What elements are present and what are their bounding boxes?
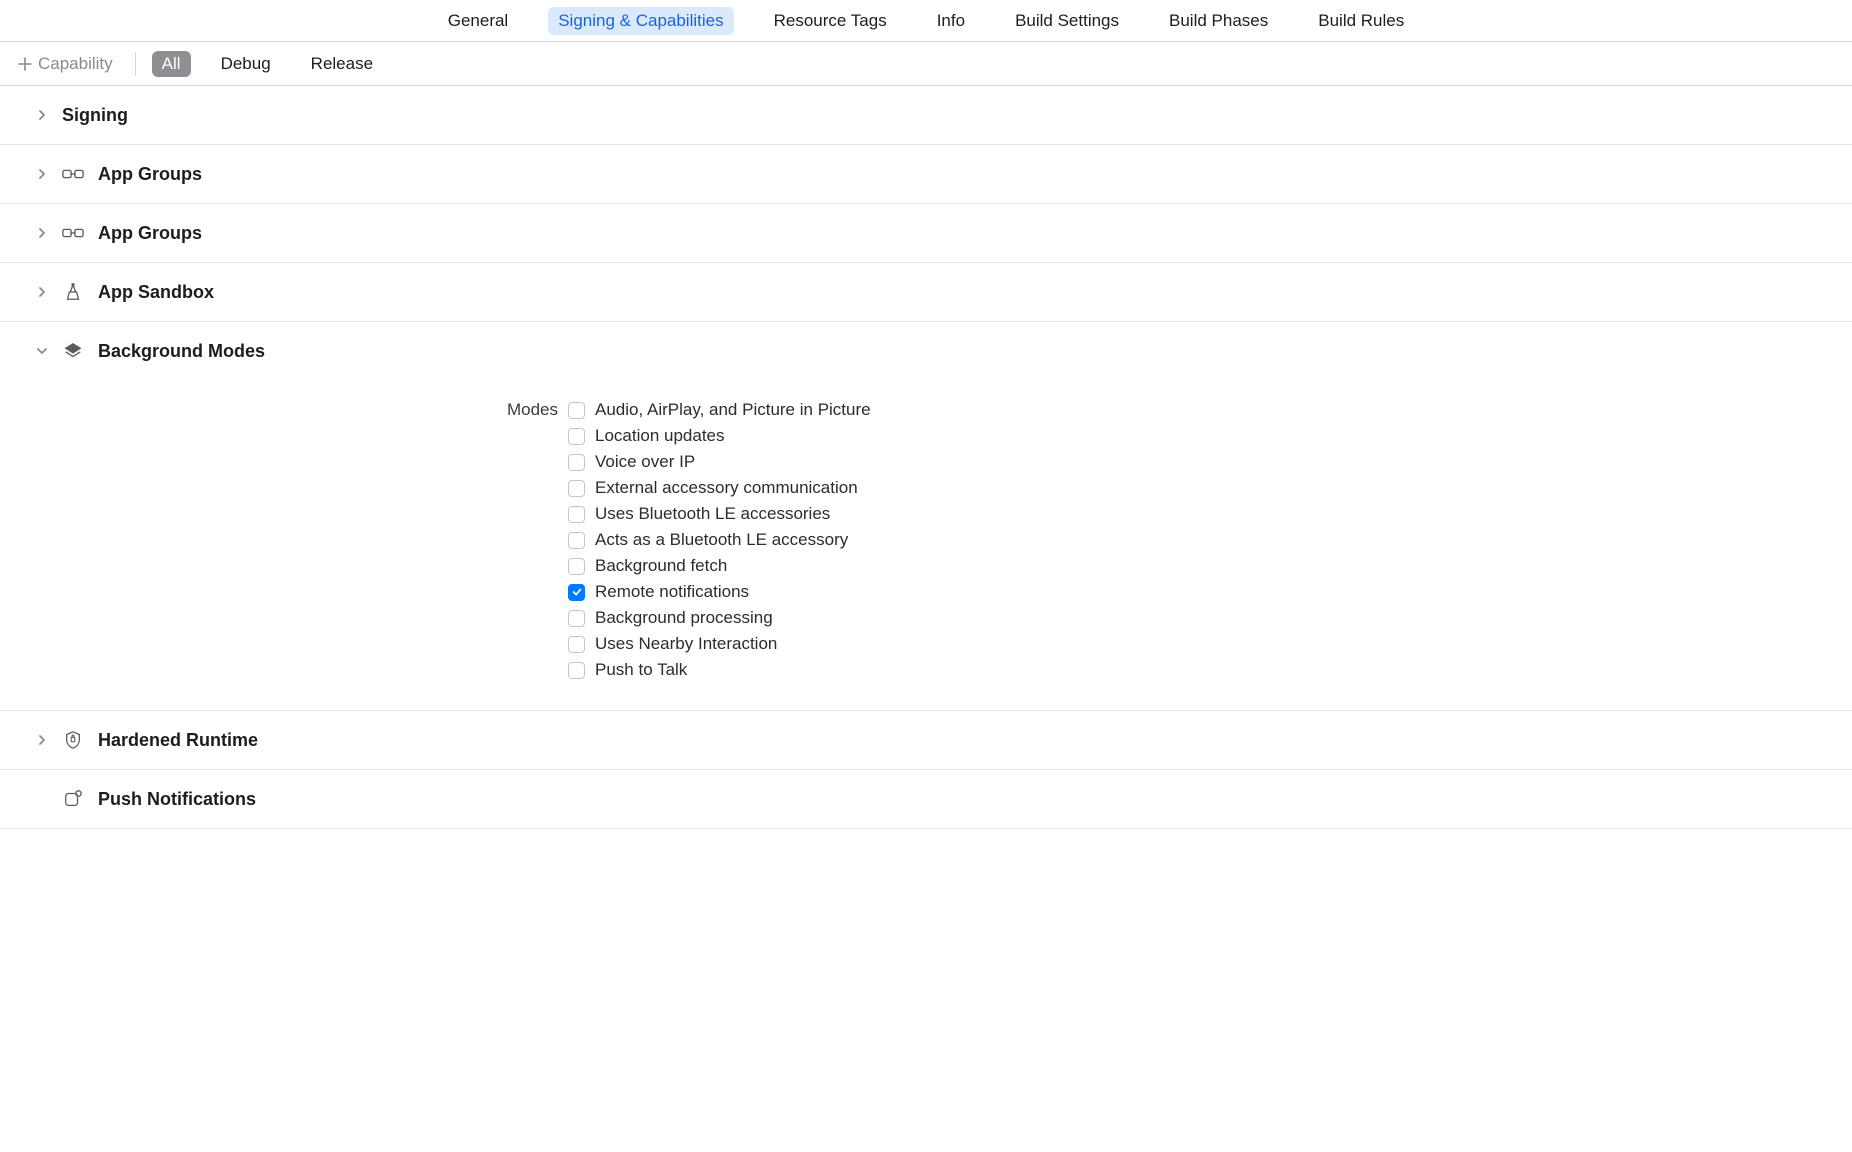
section-title: App Groups: [98, 223, 202, 244]
chevron-right-icon: [36, 227, 48, 239]
mode-item: Push to Talk: [568, 660, 871, 680]
mode-checkbox[interactable]: [568, 584, 585, 601]
mode-checkbox[interactable]: [568, 454, 585, 471]
mode-item: Acts as a Bluetooth LE accessory: [568, 530, 871, 550]
chevron-right-icon: [36, 734, 48, 746]
top-tab-build-rules[interactable]: Build Rules: [1308, 7, 1414, 35]
mode-checkbox[interactable]: [568, 558, 585, 575]
capability-section: Background ModesModesAudio, AirPlay, and…: [0, 322, 1852, 711]
mode-label: Audio, AirPlay, and Picture in Picture: [595, 400, 871, 420]
section-title: Background Modes: [98, 341, 265, 362]
top-tab-resource-tags[interactable]: Resource Tags: [764, 7, 897, 35]
config-tab-release[interactable]: Release: [301, 51, 383, 77]
link-icon: [62, 222, 84, 244]
top-tab-bar: General Signing & Capabilities Resource Ta…: [0, 0, 1852, 42]
mode-checkbox[interactable]: [568, 428, 585, 445]
section-header-signing[interactable]: Signing: [0, 86, 1852, 144]
shield-icon: [62, 729, 84, 751]
mode-item: Location updates: [568, 426, 871, 446]
section-header-app-groups[interactable]: App Groups: [0, 145, 1852, 203]
chevron-right-icon: [36, 109, 48, 121]
link-icon: [62, 163, 84, 185]
section-header-hardened-runtime[interactable]: Hardened Runtime: [0, 711, 1852, 769]
add-capability-button[interactable]: Capability: [12, 50, 119, 78]
top-tab-general[interactable]: General: [438, 7, 518, 35]
section-title: App Groups: [98, 164, 202, 185]
capability-toolbar: Capability All Debug Release: [0, 42, 1852, 86]
background-modes-body: ModesAudio, AirPlay, and Picture in Pict…: [0, 380, 1852, 710]
section-header-app-sandbox[interactable]: App Sandbox: [0, 263, 1852, 321]
mode-label: Background fetch: [595, 556, 727, 576]
capability-section: App Groups: [0, 145, 1852, 204]
section-title: Push Notifications: [98, 789, 256, 810]
chevron-down-icon: [36, 345, 48, 357]
section-title: App Sandbox: [98, 282, 214, 303]
section-header-push-notifications[interactable]: Push Notifications: [0, 770, 1852, 828]
mode-label: External accessory communication: [595, 478, 858, 498]
mode-item: Uses Nearby Interaction: [568, 634, 871, 654]
modes-label: Modes: [0, 400, 568, 420]
push-icon: [62, 788, 84, 810]
mode-label: Background processing: [595, 608, 773, 628]
mode-checkbox[interactable]: [568, 402, 585, 419]
toolbar-divider: [135, 52, 136, 76]
mode-item: Uses Bluetooth LE accessories: [568, 504, 871, 524]
plus-icon: [18, 57, 32, 71]
mode-item: Background processing: [568, 608, 871, 628]
add-capability-label: Capability: [38, 54, 113, 74]
chevron-right-icon: [36, 286, 48, 298]
config-tab-all[interactable]: All: [152, 51, 191, 77]
modes-list: Audio, AirPlay, and Picture in Picture Lo…: [568, 400, 871, 680]
capability-section: App Sandbox: [0, 263, 1852, 322]
mode-label: Remote notifications: [595, 582, 749, 602]
layers-icon: [62, 340, 84, 362]
capabilities-section-list: Signing App Groups App Groups App Sandbox Ba…: [0, 86, 1852, 829]
mode-item: Remote notifications: [568, 582, 871, 602]
section-header-background-modes[interactable]: Background Modes: [0, 322, 1852, 380]
mode-checkbox[interactable]: [568, 480, 585, 497]
mode-item: Background fetch: [568, 556, 871, 576]
chevron-right-icon: [36, 168, 48, 180]
mode-label: Voice over IP: [595, 452, 695, 472]
section-title: Signing: [62, 105, 128, 126]
top-tab-info[interactable]: Info: [927, 7, 975, 35]
mode-item: External accessory communication: [568, 478, 871, 498]
capability-section: Signing: [0, 86, 1852, 145]
capability-section: Hardened Runtime: [0, 711, 1852, 770]
config-tab-debug[interactable]: Debug: [211, 51, 281, 77]
mode-label: Uses Bluetooth LE accessories: [595, 504, 830, 524]
mode-item: Voice over IP: [568, 452, 871, 472]
mode-checkbox[interactable]: [568, 662, 585, 679]
mode-checkbox[interactable]: [568, 506, 585, 523]
mode-label: Acts as a Bluetooth LE accessory: [595, 530, 848, 550]
mode-item: Audio, AirPlay, and Picture in Picture: [568, 400, 871, 420]
mode-checkbox[interactable]: [568, 610, 585, 627]
section-header-app-groups[interactable]: App Groups: [0, 204, 1852, 262]
config-tab-group: All Debug Release: [152, 51, 383, 77]
mode-checkbox[interactable]: [568, 636, 585, 653]
sandbox-icon: [62, 281, 84, 303]
capability-section: Push Notifications: [0, 770, 1852, 829]
mode-label: Push to Talk: [595, 660, 687, 680]
mode-label: Location updates: [595, 426, 725, 446]
mode-label: Uses Nearby Interaction: [595, 634, 777, 654]
mode-checkbox[interactable]: [568, 532, 585, 549]
top-tab-build-settings[interactable]: Build Settings: [1005, 7, 1129, 35]
section-title: Hardened Runtime: [98, 730, 258, 751]
capability-section: App Groups: [0, 204, 1852, 263]
top-tab-signing-capabilities[interactable]: Signing & Capabilities: [548, 7, 733, 35]
top-tab-build-phases[interactable]: Build Phases: [1159, 7, 1278, 35]
